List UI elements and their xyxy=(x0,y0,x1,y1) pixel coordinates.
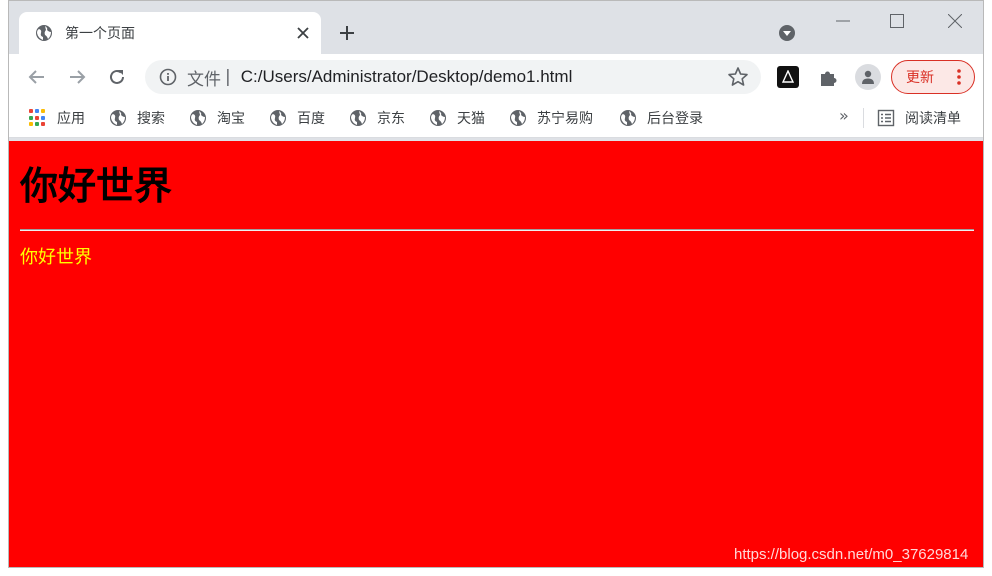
apps-grid-icon xyxy=(29,109,47,127)
globe-icon xyxy=(430,110,446,126)
address-separator: | xyxy=(225,67,231,87)
tab-active[interactable]: 第一个页面 xyxy=(19,12,321,54)
bookmark-tmall[interactable]: 天猫 xyxy=(429,107,485,129)
globe-icon xyxy=(510,110,526,126)
reload-button[interactable] xyxy=(105,65,129,89)
back-button[interactable] xyxy=(25,65,49,89)
page-paragraph: 你好世界 xyxy=(20,247,92,268)
globe-icon xyxy=(110,110,126,126)
close-icon xyxy=(948,14,962,28)
arrow-right-icon xyxy=(70,70,86,84)
aster-logo-icon xyxy=(781,70,795,83)
bookmark-suning[interactable]: 苏宁易购 xyxy=(509,107,593,129)
bookmark-label: 后台登录 xyxy=(647,111,703,127)
reading-list-icon xyxy=(877,109,895,127)
globe-icon xyxy=(620,110,636,126)
toolbar: 文件 | C:/Users/Administrator/Desktop/demo… xyxy=(9,54,983,100)
maximize-button[interactable] xyxy=(877,9,917,33)
globe-icon xyxy=(270,110,286,126)
address-scheme-label: 文件 xyxy=(187,69,221,90)
bookmark-search[interactable]: 搜索 xyxy=(109,107,165,129)
bookmark-label: 淘宝 xyxy=(217,111,245,127)
bookmark-label: 京东 xyxy=(377,111,405,127)
close-tab-button[interactable] xyxy=(293,23,313,43)
minimize-button[interactable] xyxy=(823,9,863,33)
new-tab-button[interactable] xyxy=(335,21,359,45)
bookmark-label: 百度 xyxy=(297,111,325,127)
close-icon xyxy=(297,27,309,39)
bookmark-label: 搜索 xyxy=(137,111,165,127)
forward-button[interactable] xyxy=(65,65,89,89)
person-icon xyxy=(862,70,874,84)
tab-title: 第一个页面 xyxy=(65,26,135,42)
maximize-icon xyxy=(890,14,904,28)
close-window-button[interactable] xyxy=(935,9,975,33)
bookmark-taobao[interactable]: 淘宝 xyxy=(189,107,245,129)
bookmark-apps[interactable]: 应用 xyxy=(29,107,85,129)
reload-icon xyxy=(110,69,124,84)
globe-icon xyxy=(36,25,52,41)
arrow-left-icon xyxy=(28,70,44,84)
minimize-icon xyxy=(836,20,850,22)
globe-icon xyxy=(350,110,366,126)
info-icon[interactable] xyxy=(159,68,177,86)
bookmark-jd[interactable]: 京东 xyxy=(349,107,405,129)
puzzle-icon[interactable] xyxy=(817,66,839,88)
profile-button[interactable] xyxy=(855,64,881,90)
reading-list-label: 阅读清单 xyxy=(905,111,961,127)
page-viewport: 你好世界 你好世界 xyxy=(9,141,983,567)
star-icon[interactable] xyxy=(727,66,749,88)
tab-strip: 第一个页面 xyxy=(9,1,983,54)
bookmark-admin-login[interactable]: 后台登录 xyxy=(619,107,703,129)
bookmark-label: 苏宁易购 xyxy=(537,111,593,127)
plus-icon xyxy=(340,26,354,40)
horizontal-rule xyxy=(20,229,974,231)
browser-window: 第一个页面 文件 | C:/Users/Administrator/Deskto… xyxy=(8,0,984,568)
address-url[interactable]: C:/Users/Administrator/Desktop/demo1.htm… xyxy=(241,67,727,87)
update-label: 更新 xyxy=(906,70,934,86)
bookmarks-bar: 应用 搜索 淘宝 百度 京东 天猫 苏宁易购 后台登录 » 阅读清单 xyxy=(9,100,983,138)
globe-icon xyxy=(190,110,206,126)
kebab-menu-icon xyxy=(957,69,961,85)
reading-list-button[interactable]: 阅读清单 xyxy=(877,107,961,129)
tab-search-icon[interactable] xyxy=(777,23,797,43)
update-button[interactable]: 更新 xyxy=(891,60,975,94)
bookmark-label: 天猫 xyxy=(457,111,485,127)
bookmark-baidu[interactable]: 百度 xyxy=(269,107,325,129)
page-heading: 你好世界 xyxy=(20,164,173,208)
watermark: https://blog.csdn.net/m0_37629814 xyxy=(734,546,969,563)
bookmark-label: 应用 xyxy=(57,111,85,127)
aster-extension-icon[interactable] xyxy=(777,66,799,88)
bookmarks-overflow-button[interactable]: » xyxy=(839,106,849,125)
address-bar[interactable]: 文件 | C:/Users/Administrator/Desktop/demo… xyxy=(145,60,761,94)
bookmarks-divider xyxy=(863,108,864,128)
